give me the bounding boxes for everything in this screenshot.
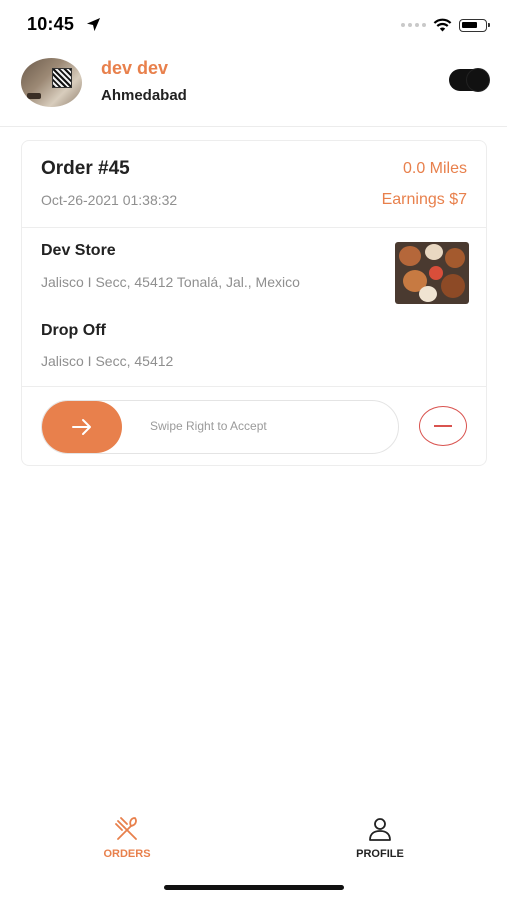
order-number: Order #45 — [41, 158, 130, 179]
user-city: Ahmedabad — [101, 87, 187, 104]
toggle-knob — [467, 69, 489, 91]
tab-profile[interactable]: PROFILE — [320, 815, 440, 860]
user-name: dev dev — [101, 58, 169, 78]
status-bar: 10:45 — [0, 0, 507, 50]
order-distance: 0.0 Miles — [402, 160, 467, 177]
status-icons — [401, 16, 490, 34]
driver-header: dev dev Ahmedabad — [0, 50, 507, 127]
order-earnings: Earnings $7 — [381, 191, 467, 208]
order-card: Order #45 Oct-26-2021 01:38:32 0.0 Miles… — [21, 140, 487, 466]
arrow-right-icon — [72, 419, 91, 435]
store-image — [395, 242, 469, 304]
home-indicator — [164, 885, 344, 890]
swipe-to-accept-slider[interactable]: Swipe Right to Accept — [41, 400, 399, 454]
swipe-instruction: Swipe Right to Accept — [150, 419, 267, 433]
tab-orders[interactable]: ORDERS — [67, 815, 187, 860]
availability-toggle[interactable] — [449, 69, 489, 91]
reject-order-button[interactable] — [419, 406, 467, 446]
swipe-handle[interactable] — [42, 401, 122, 453]
wifi-icon — [433, 18, 452, 32]
fork-knife-icon — [115, 817, 137, 840]
cellular-signal-icon — [401, 23, 426, 27]
status-time: 10:45 — [27, 14, 75, 34]
battery-icon — [459, 18, 490, 32]
person-icon — [369, 818, 391, 841]
tab-profile-label: PROFILE — [356, 848, 404, 860]
bottom-tab-bar: ORDERS PROFILE — [0, 805, 507, 880]
tab-orders-label: ORDERS — [103, 848, 151, 860]
order-date: Oct-26-2021 01:38:32 — [41, 192, 178, 208]
dropoff-address: Jalisco I Secc, 45412 — [41, 353, 174, 369]
divider — [22, 386, 486, 387]
minus-icon — [434, 425, 452, 427]
order-summary: Order #45 Oct-26-2021 01:38:32 0.0 Miles… — [22, 141, 486, 228]
store-address: Jalisco I Secc, 45412 Tonalá, Jal., Mexi… — [41, 274, 300, 290]
avatar[interactable] — [21, 58, 82, 107]
dropoff-label: Drop Off — [41, 322, 106, 339]
location-arrow-icon — [86, 17, 101, 32]
store-name: Dev Store — [41, 242, 116, 259]
